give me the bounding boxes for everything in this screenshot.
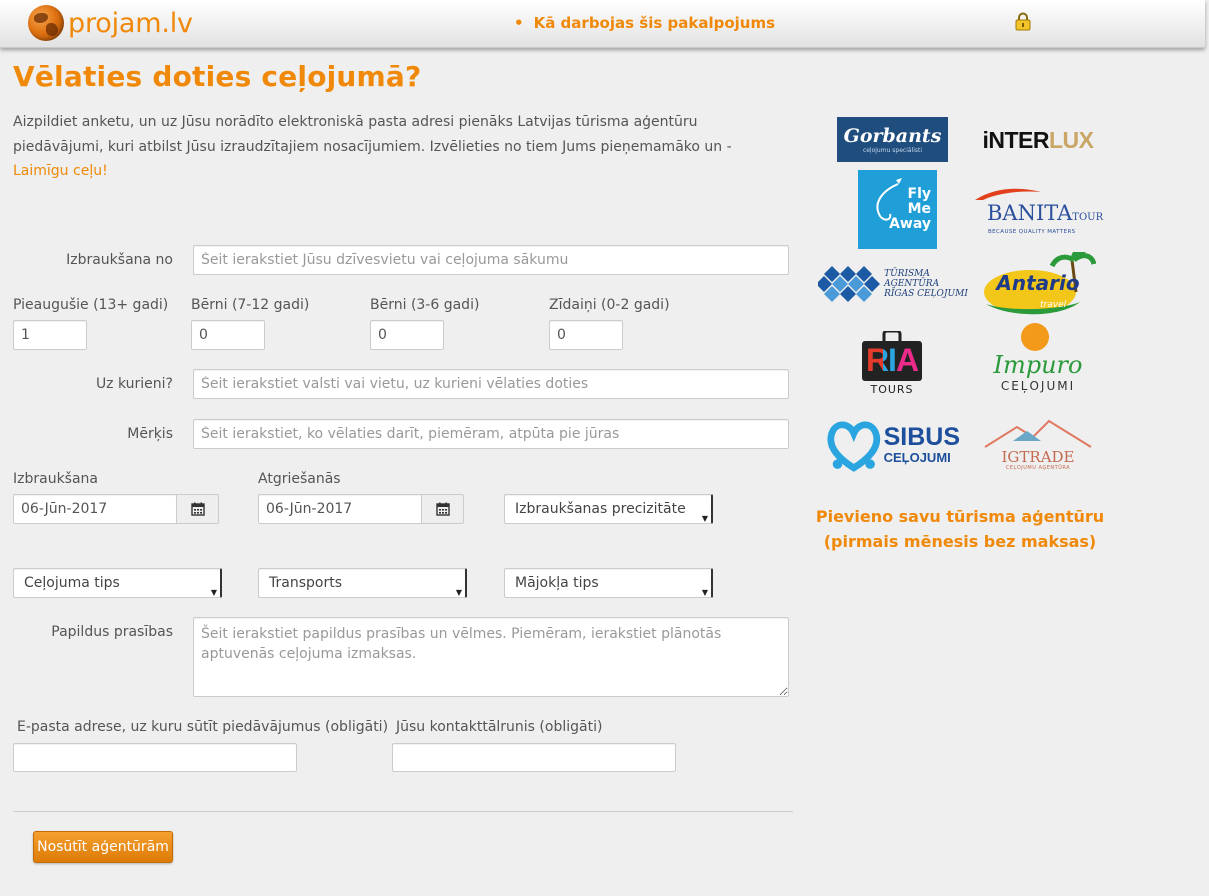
trip-type-select[interactable]: Ceļojuma tips ▼: [13, 568, 222, 598]
flymeaway-line2: Me: [907, 201, 931, 217]
antario-sub: travel: [1040, 300, 1067, 310]
return-calendar-button[interactable]: [421, 494, 464, 524]
agency-logo-igtrade[interactable]: IGTRADE CEĻOJUMU AĢENTŪRA: [980, 414, 1096, 474]
children-3-6-input[interactable]: [370, 320, 444, 350]
children-7-12-input[interactable]: [191, 320, 265, 350]
banita-name: BANITA: [987, 200, 1073, 225]
impuro-name: Impuro: [993, 351, 1083, 379]
select-value: Izbraukšanas precizitāte: [515, 501, 686, 517]
agency-logo-gorbants[interactable]: Gorbants ceļojumu speciālisti: [837, 117, 948, 162]
igtrade-sub: CEĻOJUMU AĢENTŪRA: [1005, 465, 1071, 471]
form-divider: [13, 811, 793, 812]
purpose-input[interactable]: [193, 419, 789, 449]
extra-requirements-label: Papildus prasības: [51, 624, 173, 640]
sun-icon: [1021, 323, 1049, 351]
transport-select[interactable]: Transports ▼: [258, 568, 467, 598]
intro-text: Aizpildiet anketu, un uz Jūsu norādīto e…: [13, 110, 773, 184]
intro-happy-trip: Laimīgu ceļu!: [13, 163, 108, 179]
destination-label: Uz kurieni?: [95, 376, 173, 392]
nav-link-label: Kā darbojas šis pakalpojums: [533, 14, 776, 32]
phone-input[interactable]: [392, 743, 676, 772]
extra-requirements-textarea[interactable]: [193, 617, 789, 697]
intro-body: Aizpildiet anketu, un uz Jūsu norādīto e…: [13, 114, 732, 155]
agency-logo-interlux[interactable]: iNTER LUX: [972, 125, 1104, 155]
igtrade-name: IGTRADE: [1001, 448, 1075, 466]
cta-line1: Pievieno savu tūrisma aģentūru: [815, 507, 1105, 526]
select-value: Transports: [269, 575, 342, 591]
phone-label: Jūsu kontakttālrunis (obligāti): [396, 719, 603, 735]
send-to-agencies-button[interactable]: Nosūtīt aģentūrām: [33, 831, 173, 863]
agency-logo-flymeaway[interactable]: Fly Me Away: [858, 170, 937, 249]
return-date-input[interactable]: [258, 494, 422, 524]
gorbants-tagline: ceļojumu speciālisti: [862, 146, 923, 154]
sibus-heart-icon: [827, 421, 881, 472]
chevron-down-icon: ▼: [701, 588, 708, 597]
cta-line2: (pirmais mēnesis bez maksas): [823, 532, 1097, 551]
gorbants-name: Gorbants: [843, 124, 942, 147]
add-agency-cta[interactable]: Pievieno savu tūrisma aģentūru (pirmais …: [800, 504, 1120, 554]
rigas-line3: RĪGAS CEĻOJUMI: [884, 289, 968, 299]
departure-from-input[interactable]: [193, 245, 789, 275]
sibus-name: SIBUS: [883, 423, 960, 451]
select-value: Mājokļa tips: [515, 575, 599, 591]
impuro-sub: CEĻOJUMI: [1000, 379, 1076, 393]
mountains-icon: [984, 419, 1092, 448]
departure-date-label: Izbraukšana: [13, 471, 99, 487]
agency-logo-sibus[interactable]: SIBUS CEĻOJUMI: [826, 412, 960, 476]
suitcase-handle-icon: [882, 330, 902, 341]
purpose-label: Mērķis: [127, 426, 173, 442]
ria-sub: TOURS: [870, 382, 914, 396]
infants-input[interactable]: [549, 320, 623, 350]
rigas-line1: TŪRISMA: [884, 269, 930, 279]
destination-input[interactable]: [193, 369, 789, 399]
adults-label: Pieaugušie (13+ gadi): [13, 297, 169, 313]
accommodation-select[interactable]: Mājokļa tips ▼: [504, 568, 713, 598]
adults-input[interactable]: [13, 320, 87, 350]
lock-icon[interactable]: [1015, 12, 1031, 31]
globe-logo-icon: [28, 5, 64, 41]
top-navbar: projam.lv • Kā darbojas šis pakalpojums: [0, 0, 1205, 48]
agency-logo-ria-tours[interactable]: RIA TOURS: [860, 328, 924, 398]
email-label: E-pasta adrese, uz kuru sūtīt piedāvājum…: [17, 719, 389, 735]
departure-from-label: Izbraukšana no: [66, 252, 173, 268]
return-date-label: Atgriešanās: [258, 471, 341, 487]
agency-logo-rigas-celojumi[interactable]: TŪRISMA AĢENTŪRA RĪGAS CEĻOJUMI: [818, 262, 968, 306]
chevron-down-icon: ▼: [210, 588, 217, 597]
rigas-line2: AĢENTŪRA: [884, 279, 940, 289]
agency-logo-antario[interactable]: Antario travel: [980, 252, 1096, 318]
banita-suffix: TOUR: [1072, 211, 1104, 223]
calendar-icon: [190, 502, 205, 516]
chevron-down-icon: ▼: [701, 514, 708, 523]
children-3-6-label: Bērni (3-6 gadi): [370, 297, 480, 313]
departure-calendar-button[interactable]: [176, 494, 219, 524]
sibus-sub: CEĻOJUMI: [883, 450, 951, 465]
children-7-12-label: Bērni (7-12 gadi): [191, 297, 310, 313]
nav-link-how-it-works[interactable]: • Kā darbojas šis pakalpojums: [514, 14, 775, 32]
antario-name: Antario: [996, 271, 1080, 295]
banita-wing-icon: [975, 188, 1041, 200]
interlux-name-part2: LUX: [1049, 126, 1094, 153]
plane-swoosh-icon: [876, 178, 902, 221]
infants-label: Zīdaiņi (0-2 gadi): [549, 297, 670, 313]
brand-name: projam.lv: [68, 7, 193, 39]
flymeaway-line1: Fly: [907, 186, 932, 202]
brand-link[interactable]: projam.lv: [28, 5, 193, 41]
agency-logo-banita[interactable]: BANITATOUR BECAUSE QUALITY MATTERS: [973, 185, 1105, 235]
banita-tagline: BECAUSE QUALITY MATTERS: [988, 228, 1076, 235]
nav-bullet: •: [514, 14, 524, 32]
diamond-pattern-icon: [818, 266, 881, 302]
departure-precision-select[interactable]: Izbraukšanas precizitāte ▼: [504, 494, 713, 524]
email-input[interactable]: [13, 743, 297, 772]
agency-logo-impuro[interactable]: Impuro CEĻOJUMI: [980, 322, 1096, 402]
calendar-icon: [435, 502, 450, 516]
chevron-down-icon: ▼: [455, 588, 462, 597]
ria-name: RIA: [865, 342, 919, 378]
departure-date-input[interactable]: [13, 494, 177, 524]
interlux-name-part1: iNTER: [982, 126, 1050, 153]
select-value: Ceļojuma tips: [24, 575, 120, 591]
page-title: Vēlaties doties ceļojumā?: [13, 60, 422, 93]
